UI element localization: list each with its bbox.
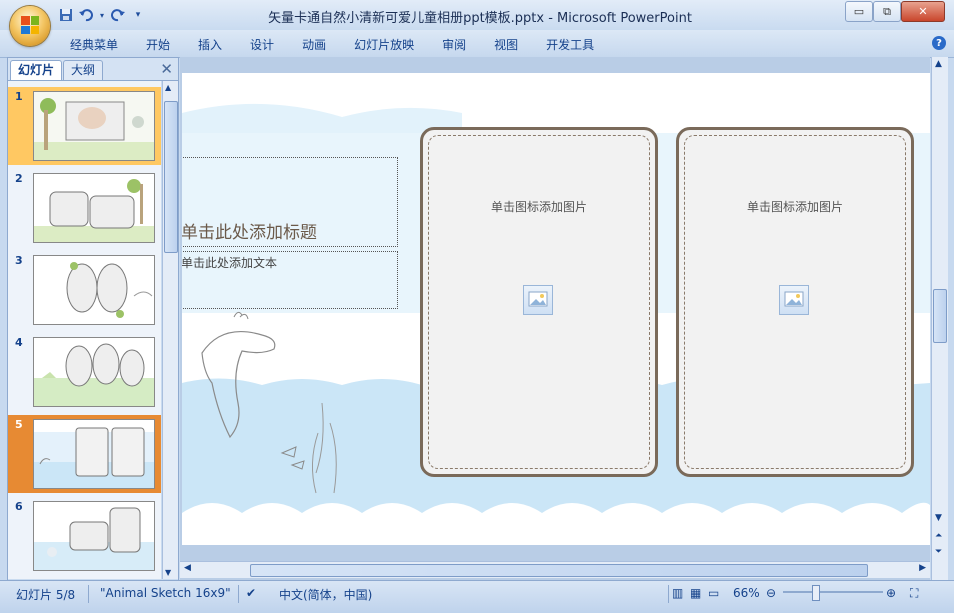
thumb-number: 1 [15, 90, 23, 103]
scrollbar-thumb[interactable] [164, 101, 178, 253]
picture-frame-2[interactable]: 单击图标添加图片 [676, 127, 914, 477]
scroll-left-icon[interactable]: ◀ [184, 563, 191, 573]
slide-canvas: 单击此处添加标题 单击此处添加文本 单击图标添加图片 单击图标添加图片 [182, 73, 930, 545]
help-icon[interactable]: ? [932, 36, 946, 50]
zoom-slider[interactable] [783, 591, 883, 593]
thumb-preview [33, 419, 155, 489]
title-bar: ▾ ▾ 矢量卡通自然小清新可爱儿童相册ppt模板.pptx - Microsof… [0, 0, 954, 30]
slide-sorter-icon[interactable]: ▦ [690, 586, 701, 600]
thumb-preview [33, 501, 155, 571]
thumb-preview [33, 91, 155, 161]
restore-button[interactable]: ⧉ [873, 1, 901, 22]
slide-thumb-3[interactable]: 3 [8, 251, 161, 329]
thumb-preview [33, 255, 155, 325]
next-slide-icon[interactable]: ⏷ [935, 547, 942, 557]
thumb-number: 4 [15, 336, 23, 349]
slide-thumb-1[interactable]: 1 [8, 87, 161, 165]
frame1-label: 单击图标添加图片 [490, 200, 587, 214]
divider [238, 585, 239, 603]
thumb-number: 2 [15, 172, 23, 185]
scroll-down-icon[interactable]: ▼ [165, 568, 171, 577]
slide-editor: 单击此处添加标题 单击此处添加文本 单击图标添加图片 单击图标添加图片 [180, 57, 930, 580]
close-pane-icon[interactable]: ✕ [160, 60, 173, 78]
office-button[interactable] [10, 6, 50, 46]
hscroll-thumb[interactable] [250, 564, 868, 577]
theme-name: "Animal Sketch 16x9" [100, 586, 231, 600]
restore-icon: ⧉ [883, 4, 891, 18]
menu-view[interactable]: 视图 [480, 36, 532, 53]
menu-animations[interactable]: 动画 [288, 36, 340, 53]
zoom-in-icon[interactable]: ⊕ [886, 586, 896, 600]
insert-picture-icon[interactable] [523, 285, 553, 315]
minimize-button[interactable]: ▭ [845, 1, 873, 22]
customize-qat-icon[interactable]: ▾ [130, 7, 146, 23]
slide-thumb-2[interactable]: 2 [8, 169, 161, 247]
save-icon[interactable] [58, 7, 74, 23]
window-title: 矢量卡通自然小清新可爱儿童相册ppt模板.pptx - Microsoft Po… [268, 11, 692, 26]
slideshow-view-icon[interactable]: ▭ [708, 586, 719, 600]
undo-icon[interactable] [78, 7, 94, 23]
picture-frame-1[interactable]: 单击图标添加图片 [420, 127, 658, 477]
quick-access-toolbar: ▾ ▾ [58, 7, 146, 23]
normal-view-icon[interactable]: ▥ [672, 586, 683, 600]
thumbnails-scrollbar[interactable]: ▲ ▼ [162, 81, 178, 579]
menu-items: 经典菜单 开始 插入 设计 动画 幻灯片放映 审阅 视图 开发工具 [56, 36, 608, 53]
divider [88, 585, 89, 603]
slide-thumb-6[interactable]: 6 [8, 497, 161, 575]
menu-insert[interactable]: 插入 [184, 36, 236, 53]
zoom-slider-handle[interactable] [812, 585, 820, 601]
text-placeholder-text: 单击此处添加文本 [182, 256, 278, 270]
title-placeholder[interactable]: 单击此处添加标题 [182, 157, 398, 247]
insert-picture-icon[interactable] [779, 285, 809, 315]
language[interactable]: 中文(简体，中国) [279, 586, 372, 603]
slide-thumb-5[interactable]: 5 [8, 415, 161, 493]
scroll-up-icon[interactable]: ▲ [165, 83, 171, 92]
slide-thumbnails: 1 2 3 4 5 6 [8, 81, 161, 579]
thumb-number: 6 [15, 500, 23, 513]
minimize-icon: ▭ [853, 5, 865, 18]
tab-slides[interactable]: 幻灯片 [10, 60, 63, 80]
scroll-down-icon[interactable]: ▼ [935, 513, 942, 523]
horizontal-scrollbar[interactable]: ◀ ▶ [180, 561, 930, 578]
office-logo-icon [21, 16, 39, 34]
zoom-out-icon[interactable]: ⊖ [766, 586, 776, 600]
menu-design[interactable]: 设计 [236, 36, 288, 53]
close-icon: ✕ [918, 5, 928, 18]
frame2-label: 单击图标添加图片 [746, 200, 843, 214]
thumb-preview [33, 337, 155, 407]
menu-classic[interactable]: 经典菜单 [56, 36, 132, 53]
thumb-number: 5 [15, 418, 23, 431]
undo-dropdown-icon[interactable]: ▾ [98, 7, 106, 23]
spell-check-icon[interactable]: ✔ [246, 586, 256, 600]
menu-slideshow[interactable]: 幻灯片放映 [340, 36, 428, 53]
scroll-up-icon[interactable]: ▲ [935, 59, 942, 69]
fit-to-window-icon[interactable]: ⛶ [910, 586, 918, 601]
redo-icon[interactable] [110, 7, 126, 23]
slides-pane: 幻灯片 大纲 ✕ 1 2 3 4 5 6 ▲ ▼ [7, 57, 179, 582]
close-button[interactable]: ✕ [901, 1, 945, 22]
zoom-level[interactable]: 66% [733, 586, 760, 600]
thumb-number: 3 [15, 254, 23, 267]
scroll-right-icon[interactable]: ▶ [919, 563, 926, 573]
menu-home[interactable]: 开始 [132, 36, 184, 53]
pane-tabs: 幻灯片 大纲 ✕ [8, 58, 178, 81]
vertical-scrollbar[interactable]: ▲ ▼ ⏶ ⏷ [931, 57, 948, 580]
text-placeholder[interactable]: 单击此处添加文本 [182, 251, 398, 309]
slide-position: 幻灯片 5/8 [16, 588, 76, 602]
status-bar: 幻灯片 5/8 "Animal Sketch 16x9" ✔ 中文(简体，中国)… [0, 580, 954, 613]
menu-review[interactable]: 审阅 [428, 36, 480, 53]
tab-outline[interactable]: 大纲 [63, 60, 104, 80]
previous-slide-icon[interactable]: ⏶ [935, 531, 942, 541]
slide-thumb-4[interactable]: 4 [8, 333, 161, 411]
menu-developer[interactable]: 开发工具 [532, 36, 608, 53]
title-placeholder-text: 单击此处添加标题 [182, 223, 317, 243]
vscroll-thumb[interactable] [933, 289, 947, 343]
menu-bar: 经典菜单 开始 插入 设计 动画 幻灯片放映 审阅 视图 开发工具 ? [0, 30, 954, 58]
divider [668, 585, 669, 603]
thumb-preview [33, 173, 155, 243]
